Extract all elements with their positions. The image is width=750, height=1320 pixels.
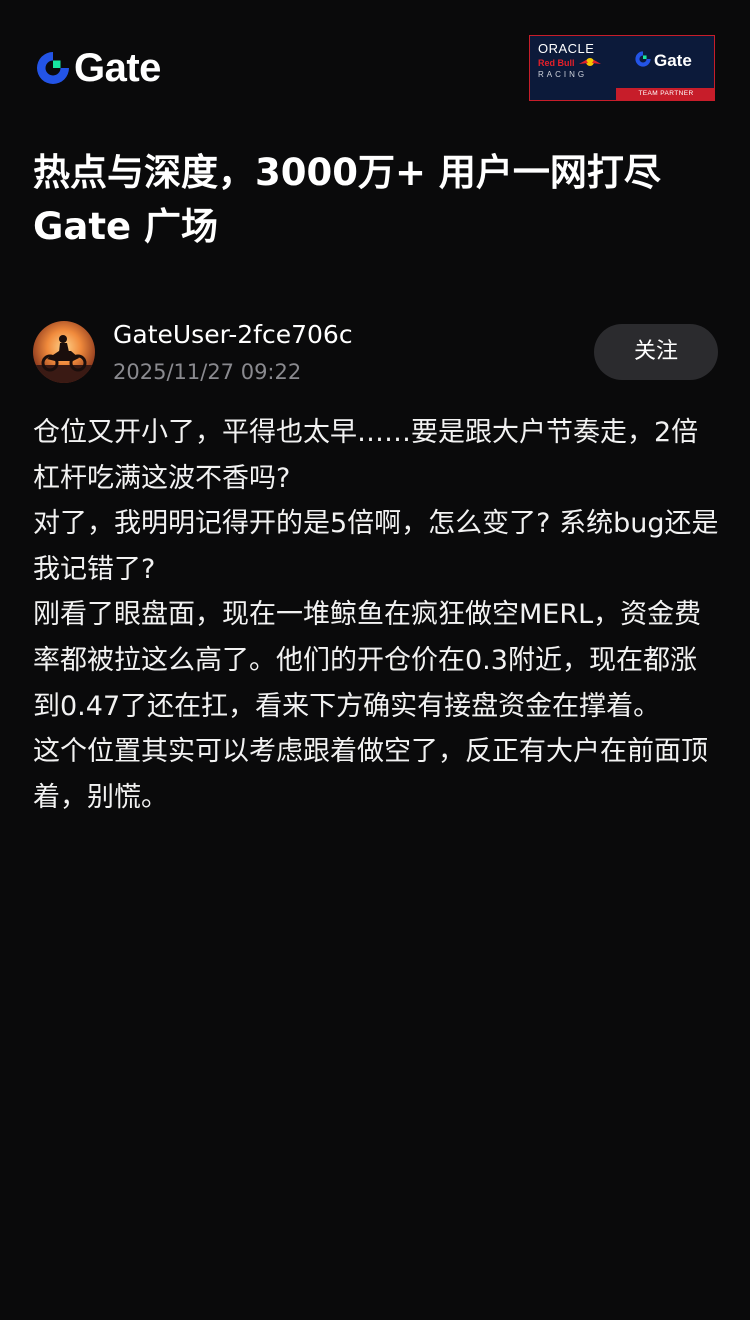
post-timestamp: 2025/11/27 09:22 — [113, 360, 302, 384]
post-paragraph: 这个位置其实可以考虑跟着做空了，反正有大户在前面顶着，别慌。 — [33, 736, 708, 813]
redbull-text: Red Bull — [538, 57, 618, 69]
redbull-bulls-icon — [579, 58, 602, 66]
gate-logo-icon — [34, 49, 72, 87]
oracle-text: ORACLE — [538, 41, 595, 56]
post-username[interactable]: GateUser-2fce706c — [113, 318, 353, 352]
motorcycle-avatar-icon — [33, 321, 95, 383]
page-headline: 热点与深度，3000万+ 用户一网打尽 Gate 广场 — [33, 146, 723, 254]
gate-logo[interactable]: Gate — [34, 48, 161, 88]
headline-line-1: 热点与深度，3000万+ 用户一网打尽 — [33, 151, 661, 194]
headline-line-2: Gate 广场 — [33, 205, 218, 248]
partner-gate-icon — [634, 50, 652, 72]
partner-gate-text: Gate — [654, 51, 692, 70]
post-body: 仓位又开小了，平得也太早……要是跟大户节奏走，2倍杠杆吃满这波不香吗? 对了，我… — [33, 410, 723, 820]
header: Gate ORACLE Red Bull RACING Gate TEAM PA… — [0, 0, 750, 140]
avatar[interactable] — [33, 321, 95, 383]
follow-button[interactable]: 关注 — [594, 324, 718, 380]
team-partner-tag: TEAM PARTNER — [616, 88, 714, 100]
post-paragraph: 对了，我明明记得开的是5倍啊，怎么变了? 系统bug还是我记错了? — [33, 508, 719, 585]
logo-wordmark: Gate — [74, 46, 161, 90]
post-paragraph: 仓位又开小了，平得也太早……要是跟大户节奏走，2倍杠杆吃满这波不香吗? — [33, 417, 699, 494]
team-partner-badge: ORACLE Red Bull RACING Gate TEAM PARTNER — [529, 35, 715, 101]
post-paragraph: 刚看了眼盘面，现在一堆鲸鱼在疯狂做空MERL，资金费率都被拉这么高了。他们的开仓… — [33, 599, 702, 722]
racing-text: RACING — [538, 70, 588, 79]
